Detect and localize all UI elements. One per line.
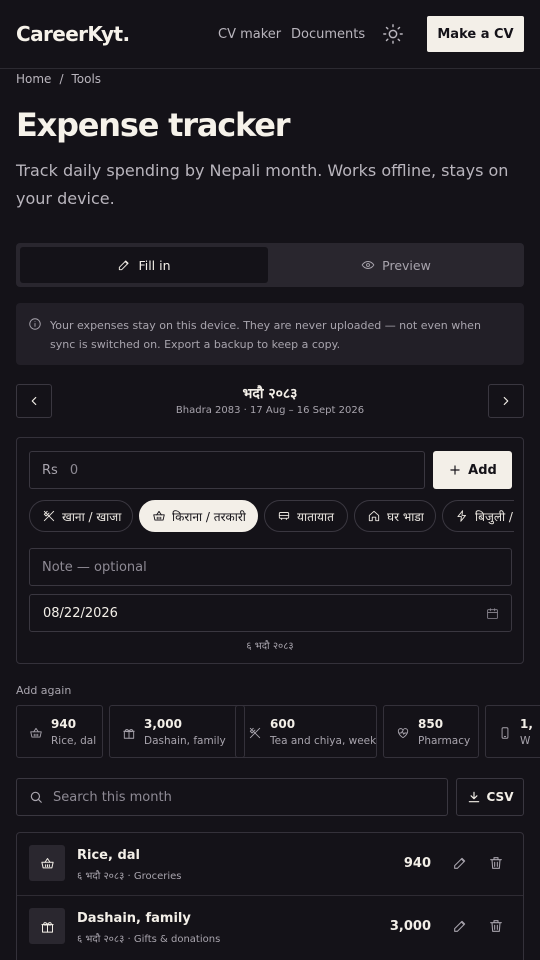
- nav-link-cv-maker[interactable]: CV maker: [218, 27, 281, 42]
- expense-meta: ६ भदौ २०८३ · Groceries: [77, 871, 182, 882]
- chip-label: किराना / तरकारी: [172, 509, 246, 524]
- lightning-icon: [455, 509, 469, 523]
- add-again-list: 940 Rice, dal 3,000 Dashain, family 600 …: [16, 705, 540, 759]
- add-again-item[interactable]: 600 Tea and chiya, week: [235, 705, 377, 758]
- expense-row[interactable]: Dashain, family ६ भदौ २०८३ · Gifts & don…: [17, 895, 523, 957]
- basket-icon: [29, 845, 65, 881]
- chip-label: यातायात: [297, 509, 334, 524]
- plus-icon: [448, 463, 462, 477]
- add-again-label: W: [520, 735, 531, 747]
- add-again-amount: 940: [51, 717, 77, 731]
- note-input[interactable]: Note — optional: [29, 548, 512, 586]
- download-icon: [467, 790, 481, 804]
- amount-placeholder: 0: [69, 462, 79, 478]
- fork-knife-icon: [42, 509, 56, 523]
- add-again-item[interactable]: 850 Pharmacy: [383, 705, 479, 758]
- gift-icon: [29, 908, 65, 944]
- tab-fill-in[interactable]: Fill in: [20, 247, 268, 283]
- make-cv-button[interactable]: Make a CV: [427, 16, 524, 52]
- breadcrumb-separator: /: [59, 72, 64, 86]
- add-again-amount: 1,: [520, 717, 533, 731]
- add-again-amount: 3,000: [144, 717, 182, 731]
- add-again-item[interactable]: 3,000 Dashain, family: [109, 705, 245, 758]
- eye-icon: [361, 258, 375, 272]
- date-input[interactable]: 08/22/2026: [29, 594, 512, 632]
- chip-label: खाना / खाजा: [62, 509, 122, 524]
- logo[interactable]: CareerKyt.: [16, 22, 130, 46]
- csv-label: CSV: [486, 790, 514, 804]
- expense-amount: 3,000: [389, 919, 431, 934]
- page-subtitle: Track daily spending by Nepali month. Wo…: [16, 161, 509, 208]
- next-month-button[interactable]: [488, 384, 524, 418]
- mode-tabs: Fill in Preview: [16, 243, 524, 287]
- sun-icon[interactable]: [382, 23, 404, 45]
- breadcrumb: Home / Tools: [16, 72, 101, 86]
- expense-list: Rice, dal ६ भदौ २०८३ · Groceries 940 Das…: [16, 832, 524, 960]
- tab-preview[interactable]: Preview: [272, 247, 520, 283]
- expense-amount: 940: [403, 856, 431, 871]
- category-chip-groceries[interactable]: किराना / तरकारी: [139, 500, 258, 532]
- trash-icon[interactable]: [488, 855, 504, 871]
- info-icon: [28, 317, 42, 331]
- add-again-label: Pharmacy: [418, 735, 471, 747]
- search-icon: [17, 790, 53, 804]
- chevron-left-icon: [27, 394, 41, 408]
- top-navigation: CareerKyt. CV maker Documents Make a CV: [0, 0, 540, 69]
- category-chips: खाना / खाजा किराना / तरकारी यातायात घर भ…: [29, 500, 514, 534]
- calendar-icon[interactable]: [486, 607, 499, 620]
- nav-link-documents[interactable]: Documents: [291, 27, 365, 42]
- pencil-icon[interactable]: [452, 855, 468, 871]
- page-title: Expense tracker: [16, 106, 291, 144]
- add-button[interactable]: Add: [433, 451, 512, 489]
- previous-month-button[interactable]: [16, 384, 52, 418]
- category-chip-transport[interactable]: यातायात: [264, 500, 348, 532]
- category-chip-rent[interactable]: घर भाडा: [354, 500, 436, 532]
- category-chip-utilities[interactable]: बिजुली / पानी: [442, 500, 514, 532]
- expense-title: Rice, dal: [77, 848, 140, 863]
- add-again-label: Add again: [16, 684, 72, 697]
- csv-export-button[interactable]: CSV: [456, 778, 524, 816]
- month-subtitle: Bhadra 2083 · 17 Aug – 16 Sept 2026: [175, 405, 365, 416]
- amount-input[interactable]: Rs 0: [29, 451, 425, 489]
- chip-label: घर भाडा: [387, 509, 424, 524]
- breadcrumb-home[interactable]: Home: [16, 72, 51, 86]
- month-title: भदौ २०८३: [242, 386, 298, 402]
- home-icon: [367, 509, 381, 523]
- pencil-icon: [117, 258, 131, 272]
- bus-icon: [277, 509, 291, 523]
- expense-title: Dashain, family: [77, 911, 191, 926]
- breadcrumb-tools[interactable]: Tools: [71, 72, 101, 86]
- add-label: Add: [468, 462, 497, 478]
- notice-text: Your expenses stay on this device. They …: [50, 319, 481, 351]
- pencil-icon[interactable]: [452, 918, 468, 934]
- add-again-label: Tea and chiya, week: [270, 735, 377, 747]
- expense-row[interactable]: Rice, dal ६ भदौ २०८३ · Groceries 940: [17, 833, 523, 895]
- currency-label: Rs: [42, 462, 58, 478]
- tab-label: Preview: [382, 257, 431, 273]
- add-again-label: Dashain, family: [144, 735, 226, 747]
- chip-label: बिजुली / पानी: [475, 509, 514, 524]
- search-input[interactable]: Search this month: [16, 778, 448, 816]
- add-again-item[interactable]: 1, W: [485, 705, 540, 758]
- basket-icon: [152, 509, 166, 523]
- date-nepali-caption: ६ भदौ २०८३: [246, 641, 294, 652]
- add-again-amount: 850: [418, 717, 444, 731]
- search-placeholder: Search this month: [53, 789, 172, 805]
- add-again-amount: 600: [270, 717, 296, 731]
- chevron-right-icon: [499, 394, 513, 408]
- expense-meta: ६ भदौ २०८३ · Gifts & donations: [77, 934, 221, 945]
- add-again-item[interactable]: 940 Rice, dal: [16, 705, 103, 758]
- tab-label: Fill in: [138, 257, 171, 273]
- expense-form: Rs 0 Add खाना / खाजा किराना / तरकारी यात…: [16, 437, 524, 664]
- add-again-label: Rice, dal: [51, 735, 97, 747]
- date-value: 08/22/2026: [43, 605, 118, 621]
- privacy-notice: Your expenses stay on this device. They …: [16, 303, 524, 365]
- category-chip-food[interactable]: खाना / खाजा: [29, 500, 133, 532]
- trash-icon[interactable]: [488, 918, 504, 934]
